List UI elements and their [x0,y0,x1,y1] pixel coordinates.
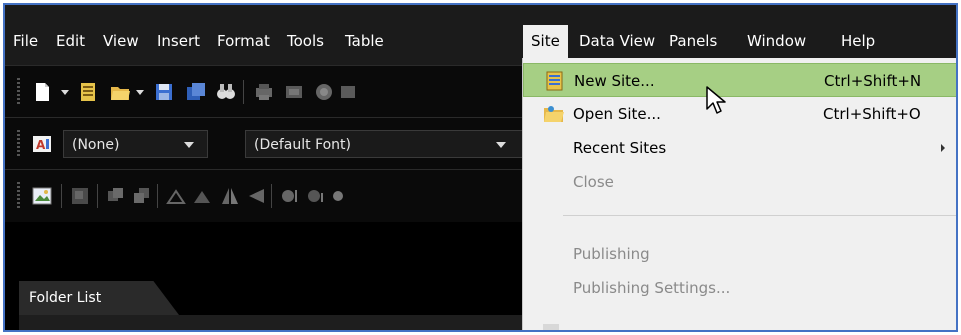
mouse-cursor-icon [706,86,726,114]
next-item-icon [543,324,559,330]
new-site-icon [546,71,563,91]
menu-panels[interactable]: Panels [669,25,717,58]
app-window: File Edit View Insert Format Tools Table… [3,3,958,332]
menu-item-label: Close [573,173,614,191]
menu-file[interactable]: File [13,25,38,58]
less-contrast-icon[interactable] [305,185,327,207]
svg-text:A: A [36,138,46,152]
menu-item-shortcut: Ctrl+Shift+O [823,105,921,123]
font-select[interactable]: (Default Font) [245,130,523,158]
folder-list-panel: Folder List [5,259,525,330]
menu-window[interactable]: Window [747,25,806,58]
toolbar-separator [271,184,272,208]
menu-item-shortcut: Ctrl+Shift+N [824,72,922,90]
menu-item-publishing-settings[interactable]: Publishing Settings... [523,271,956,305]
chevron-down-icon [184,142,194,148]
open-dropdown-arrow[interactable] [136,90,144,95]
standard-toolbar [5,65,525,118]
rotate-right-icon[interactable] [191,185,213,207]
chevron-right-icon [941,144,945,152]
menu-separator [563,215,956,216]
menu-tools[interactable]: Tools [287,25,324,58]
menu-item-recent-sites[interactable]: Recent Sites [523,131,956,165]
web-page-icon[interactable] [77,81,99,103]
send-backward-icon[interactable] [131,185,153,207]
new-page-icon[interactable] [31,81,53,103]
open-site-icon [544,106,564,122]
menu-item-open-site[interactable]: Open Site... Ctrl+Shift+O [523,97,956,131]
flip-vertical-icon[interactable] [245,185,267,207]
menu-item-label: New Site... [574,72,655,90]
toolbar-separator [97,184,98,208]
pictures-toolbar [5,169,525,222]
menu-site[interactable]: Site [523,25,568,58]
menu-data-view[interactable]: Data View [579,25,655,58]
save-icon[interactable] [153,81,175,103]
menu-edit[interactable]: Edit [56,25,85,58]
menu-item-label: Publishing Settings... [573,279,731,297]
toolbar-separator [157,184,158,208]
menu-item-publishing[interactable]: Publishing [523,237,956,271]
flip-horizontal-icon[interactable] [219,185,241,207]
style-select[interactable]: (None) [63,130,208,158]
folder-list-body [19,315,525,330]
open-folder-icon[interactable] [109,81,131,103]
bring-forward-icon[interactable] [105,185,127,207]
insert-picture-icon[interactable] [31,185,53,207]
browser-icon[interactable] [313,81,335,103]
menu-table[interactable]: Table [345,25,384,58]
toolbar-grip[interactable] [17,130,20,158]
menu-view[interactable]: View [103,25,139,58]
formatting-toolbar: A (None) (Default Font) [5,117,525,170]
rotate-left-icon[interactable] [165,185,187,207]
toolbar-grip[interactable] [17,78,20,106]
toolbar-separator [243,80,244,104]
style-select-value: (None) [72,137,120,153]
style-icon[interactable]: A [31,133,53,155]
save-all-icon[interactable] [185,81,207,103]
folder-list-tab[interactable]: Folder List [19,281,179,315]
menu-item-label: Open Site... [573,105,661,123]
preview-icon[interactable] [283,81,305,103]
menu-item-close[interactable]: Close [523,165,956,199]
find-icon[interactable] [215,81,237,103]
toolbar-separator [61,184,62,208]
auto-thumbnail-icon[interactable] [69,185,91,207]
menu-bar: File Edit View Insert Format Tools Table… [5,5,956,65]
menu-insert[interactable]: Insert [157,25,200,58]
menu-format[interactable]: Format [217,25,270,58]
new-dropdown-arrow[interactable] [61,90,69,95]
chevron-down-icon [496,142,506,148]
menu-item-label: Publishing [573,245,650,263]
check-spelling-icon[interactable] [339,81,355,103]
font-select-value: (Default Font) [254,137,352,153]
menu-item-label: Recent Sites [573,139,667,157]
menu-help[interactable]: Help [841,25,875,58]
print-icon[interactable] [253,81,275,103]
more-brightness-icon[interactable] [331,185,345,207]
more-contrast-icon[interactable] [279,185,301,207]
menu-item-new-site[interactable]: New Site... Ctrl+Shift+N [523,63,956,97]
site-menu-dropdown: New Site... Ctrl+Shift+N Open Site... Ct… [522,58,956,330]
toolbar-grip[interactable] [17,182,20,210]
